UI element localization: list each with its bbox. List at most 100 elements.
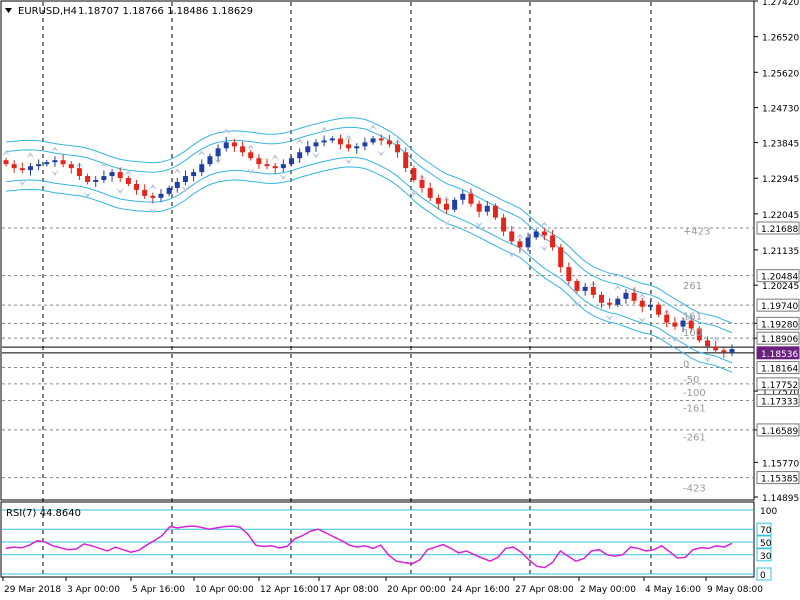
candle-bear [435,197,441,204]
fibo-label: 261 [683,281,702,292]
y-tick-label: 1.23845 [762,140,799,150]
fractal-down-icon [344,158,353,165]
candle-bull [191,172,197,177]
current-price-label: 1.18536 [761,350,798,360]
candle-bull [174,181,180,188]
fractal-down-icon [540,245,549,252]
fibo-label: -100 [683,388,706,399]
rsi-label: RSI(7) 44.8640 [6,508,81,519]
candle-bear [256,158,262,165]
candle-bull [199,164,205,173]
price-panel-frame [0,0,755,501]
y-tick-label: 1.22045 [762,211,799,221]
candle-bear [427,187,433,198]
fractal-up-icon [173,168,182,175]
candle-bull [321,140,327,143]
candle-bear [656,304,662,315]
candle-bear [550,235,556,248]
candle-bull [27,166,33,171]
fractal-down-icon [279,174,288,181]
candle-bull [207,156,213,165]
candle-bull [297,152,303,159]
x-tick-label: 9 May 08:00 [707,585,763,595]
ohlc-values: 1.18707 1.18766 1.18486 1.18629 [78,6,253,17]
triangle-down-icon[interactable] [5,8,12,13]
candle-bull [647,304,653,307]
fractal-down-icon [605,314,614,321]
candle-bull [329,138,335,141]
candle-bear [240,146,246,153]
fractal-up-icon [246,144,255,151]
candle-bear [419,180,425,188]
x-tick-label: 5 Apr 16:00 [132,585,185,595]
fractal-down-icon [703,356,712,363]
fibo-label: 100 [683,328,702,339]
price-label: 1.19280 [761,320,798,330]
candle-bear [541,231,547,236]
candle-bull [370,138,376,143]
candle-bear [590,286,596,295]
candle-bear [566,267,572,281]
candle-bear [468,193,474,204]
candle-bear [337,138,343,145]
vertical-grid [42,2,652,577]
time-axis: 29 Mar 2018 3 Apr 00:00 5 Apr 16:00 10 Apr … [2,577,763,595]
fractal-down-icon [116,187,125,194]
fibo-label: -423 [683,483,706,494]
candle-bear [664,314,670,323]
candle-bear [231,142,237,147]
y-tick-label: 1.22945 [762,175,799,185]
price-labels: 1.21688 1.20484 1.19740 1.19280 1.18906 1.185… [756,221,800,485]
candle-bear [76,168,82,177]
x-tick-label: 4 May 16:00 [645,585,701,595]
symbol-label: EURUSD,H4 [18,6,77,17]
fibo-label: -161 [683,404,706,415]
price-label: 1.18164 [761,365,798,375]
candle-bull [525,237,531,248]
rsi-level-label: 50 [760,539,772,549]
candle-bear [598,294,604,303]
candle-bear [272,166,278,169]
fibo-label: -261 [683,433,706,444]
candle-bear [509,231,515,242]
candle-bear [386,140,392,145]
rsi-level-label: 30 [760,552,772,562]
candle-bull [109,172,115,177]
y-tick-label: 1.27420 [762,0,799,8]
candle-bear [125,178,131,184]
candle-bull [305,146,311,153]
horizontal-levels [2,227,754,479]
rsi-level-label: 0 [760,571,766,581]
candles [3,134,735,358]
x-tick-label: 27 Apr 08:00 [515,585,574,595]
candle-bear [346,144,352,149]
trading-chart[interactable]: +423 261 161 100 0 -50 -100 -161 -261 -423 1.2742… [0,0,800,600]
price-label: 1.16589 [761,427,798,437]
candle-bull [313,142,319,147]
fractal-up-icon [50,146,59,153]
candle-bear [631,292,637,301]
candle-bear [492,205,498,218]
candle-bear [501,217,507,232]
candle-bear [517,241,523,248]
fractal-up-icon [26,152,35,159]
fibo-label: -50 [683,375,699,386]
candle-bear [639,300,645,307]
price-label: 1.17752 [761,381,798,391]
candle-bull [93,180,99,182]
fractal-up-icon [271,154,280,161]
candle-bear [705,340,711,347]
candle-bear [117,172,123,179]
candle-bear [150,195,156,198]
rsi-panel-frame [0,501,755,578]
x-tick-label: 10 Apr 00:00 [195,585,254,595]
candle-bull [166,187,172,194]
candle-bear [60,160,66,165]
x-tick-label: 29 Mar 2018 [4,585,61,595]
candle-bull [215,148,221,157]
candle-bull [362,142,368,147]
candle-bear [134,183,140,190]
fibo-label: 0 [683,360,689,371]
candle-bear [476,203,482,212]
candle-bear [395,144,401,153]
